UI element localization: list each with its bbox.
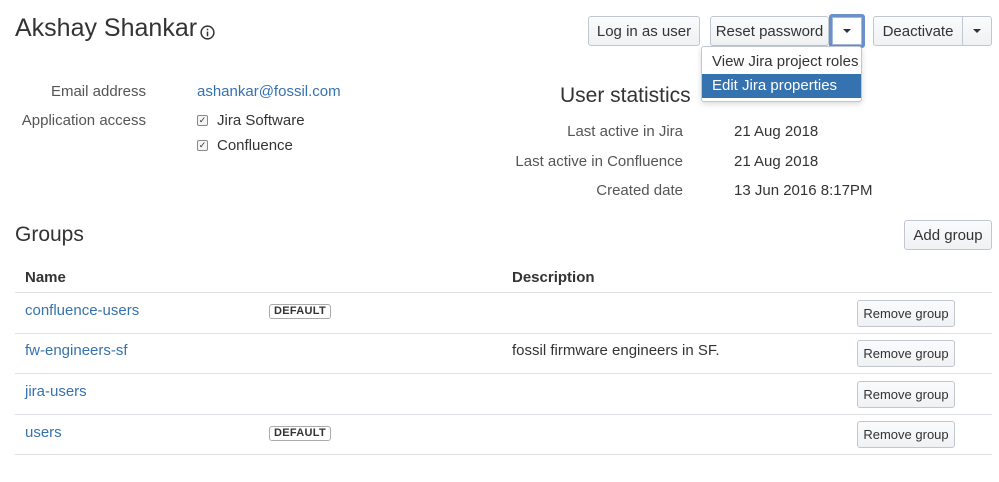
page-title: Akshay Shankar: [15, 14, 198, 42]
email-label: Email address: [50, 83, 146, 100]
stat-label-created: Created date: [596, 182, 683, 199]
default-badge: DEFAULT: [269, 426, 332, 441]
add-group-button[interactable]: Add group: [904, 220, 992, 250]
info-circle-icon[interactable]: [200, 25, 215, 40]
confluence-label: Confluence: [217, 137, 293, 154]
table-divider: [15, 292, 992, 293]
groups-title: Groups: [15, 223, 84, 246]
default-badge: DEFAULT: [269, 304, 332, 319]
chevron-down-icon: [843, 29, 851, 33]
group-description: fossil firmware engineers in SF.: [512, 342, 720, 359]
remove-group-label: Remove group: [863, 346, 949, 361]
user-statistics-title: User statistics: [560, 84, 691, 107]
group-link-confluence-users[interactable]: confluence-users: [25, 302, 139, 319]
stat-value-created: 13 Jun 2016 8:17PM: [734, 182, 873, 199]
remove-group-label: Remove group: [863, 427, 949, 442]
deactivate-button[interactable]: Deactivate: [873, 16, 963, 46]
remove-group-button[interactable]: Remove group: [857, 381, 955, 408]
stat-label-jira: Last active in Jira: [567, 123, 683, 140]
log-in-as-user-button[interactable]: Log in as user: [588, 16, 700, 46]
group-link-jira-users[interactable]: jira-users: [25, 383, 87, 400]
email-link[interactable]: ashankar@fossil.com: [197, 83, 341, 100]
reset-password-dropdown-menu: View Jira project roles Edit Jira proper…: [701, 46, 862, 102]
remove-group-label: Remove group: [863, 387, 949, 402]
column-header-name: Name: [25, 269, 66, 286]
remove-group-button[interactable]: Remove group: [857, 340, 955, 367]
table-divider: [15, 333, 992, 334]
stat-value-jira: 21 Aug 2018: [734, 123, 819, 140]
jira-software-label: Jira Software: [217, 112, 305, 129]
stat-value-confluence: 21 Aug 2018: [734, 153, 819, 170]
table-divider: [15, 373, 992, 374]
group-link-fw-engineers-sf[interactable]: fw-engineers-sf: [25, 342, 128, 359]
deactivate-dropdown-button[interactable]: [962, 16, 992, 46]
menu-item-edit-jira-properties[interactable]: Edit Jira properties: [702, 74, 861, 98]
table-divider: [15, 414, 992, 415]
stat-label-confluence: Last active in Confluence: [515, 153, 683, 170]
chevron-down-icon: [973, 29, 981, 33]
remove-group-button[interactable]: Remove group: [857, 421, 955, 448]
menu-item-view-jira-project-roles[interactable]: View Jira project roles: [702, 50, 861, 74]
reset-password-button[interactable]: Reset password: [710, 16, 829, 46]
log-in-as-user-label: Log in as user: [596, 22, 692, 40]
remove-group-label: Remove group: [863, 306, 949, 321]
reset-password-label: Reset password: [715, 22, 824, 40]
remove-group-button[interactable]: Remove group: [857, 300, 955, 327]
reset-password-dropdown-button[interactable]: [829, 14, 865, 48]
group-link-users[interactable]: users: [25, 424, 62, 441]
confluence-checkbox[interactable]: ✓: [197, 140, 208, 151]
add-group-label: Add group: [913, 226, 983, 244]
application-access-label: Application access: [21, 112, 146, 129]
table-divider: [15, 454, 992, 455]
column-header-description: Description: [512, 269, 595, 286]
jira-software-checkbox[interactable]: ✓: [197, 115, 208, 126]
deactivate-label: Deactivate: [882, 22, 954, 40]
